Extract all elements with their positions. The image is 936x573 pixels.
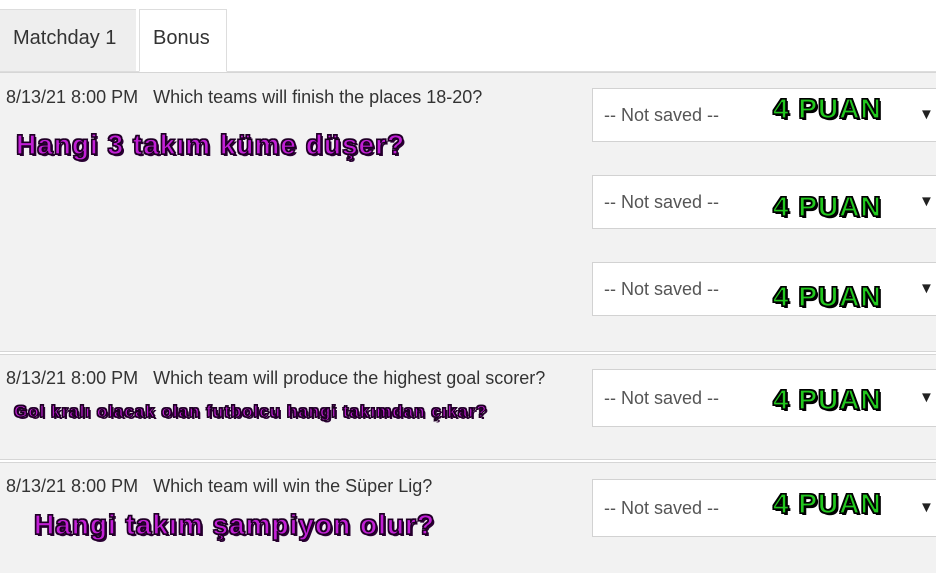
question-datetime: 8/13/21 8:00 PM [6,368,139,388]
caret-down-icon[interactable]: ▼ [919,370,934,426]
annotation-note: Hangi 3 takım küme düşer? [15,128,406,160]
question-datetime: 8/13/21 8:00 PM [6,476,139,496]
question-header: 8/13/21 8:00 PM Which team will produce … [6,368,545,389]
points-label: 4 PUAN [772,383,882,415]
team-select-1[interactable]: -- Not saved -- ▼ [592,88,936,142]
points-label: 4 PUAN [772,190,882,222]
annotation-note: Hangi takım şampiyon olur? [33,508,435,540]
annotation-note: Gol kralı olacak olan futbolcu hangi tak… [13,401,488,421]
team-select-2[interactable]: -- Not saved -- ▼ [592,175,936,229]
tab-bar: Matchday 1 Bonus [0,0,936,72]
team-select-champion[interactable]: -- Not saved -- ▼ [592,479,936,537]
question-section-champion: 8/13/21 8:00 PM Which team will win the … [0,462,936,573]
question-text: Which teams will finish the places 18-20… [153,87,483,107]
select-value: -- Not saved -- [604,279,720,299]
question-datetime: 8/13/21 8:00 PM [6,87,139,107]
tab-bonus[interactable]: Bonus [139,9,227,72]
select-value: -- Not saved -- [604,105,720,125]
question-text: Which team will produce the highest goal… [153,368,546,388]
caret-down-icon[interactable]: ▼ [919,263,934,315]
question-section-top-scorer: 8/13/21 8:00 PM Which team will produce … [0,354,936,460]
select-value: -- Not saved -- [604,192,720,212]
points-label: 4 PUAN [772,92,882,124]
points-label: 4 PUAN [772,280,882,312]
question-header: 8/13/21 8:00 PM Which team will win the … [6,476,432,497]
question-text: Which team will win the Süper Lig? [153,476,433,496]
select-value: -- Not saved -- [604,388,720,408]
select-value: -- Not saved -- [604,498,720,518]
caret-down-icon[interactable]: ▼ [919,480,934,536]
caret-down-icon[interactable]: ▼ [919,89,934,141]
team-select-top-scorer[interactable]: -- Not saved -- ▼ [592,369,936,427]
caret-down-icon[interactable]: ▼ [919,176,934,228]
question-section-relegation: 8/13/21 8:00 PM Which teams will finish … [0,72,936,352]
team-select-3[interactable]: -- Not saved -- ▼ [592,262,936,316]
tab-matchday-1[interactable]: Matchday 1 [0,9,136,71]
points-label: 4 PUAN [772,487,882,519]
question-header: 8/13/21 8:00 PM Which teams will finish … [6,87,482,108]
